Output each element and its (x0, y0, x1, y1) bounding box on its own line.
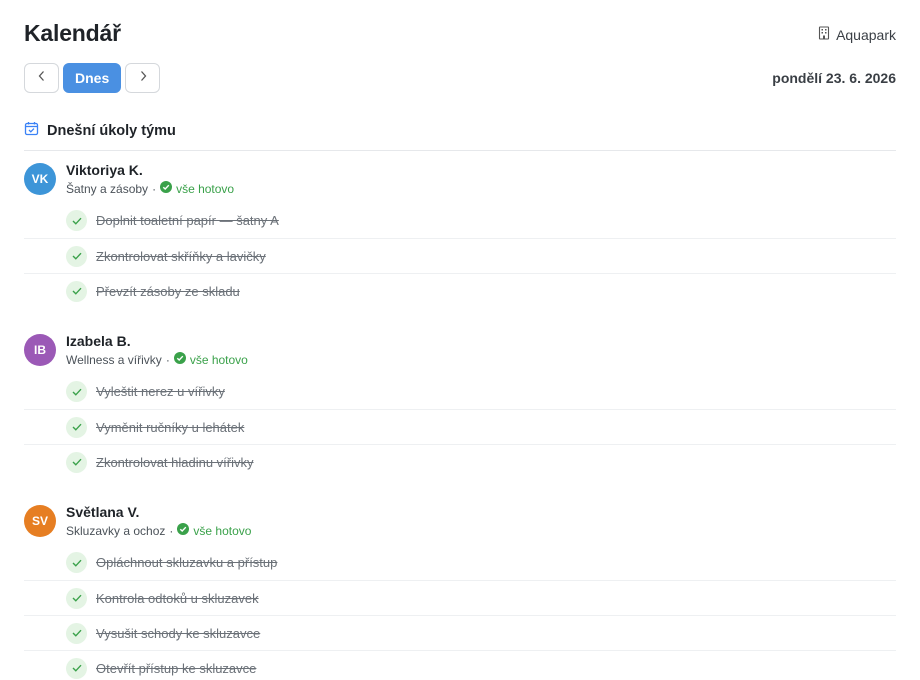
task-label: Kontrola odtoků u skluzavek (96, 590, 259, 606)
next-day-button[interactable] (125, 63, 161, 93)
page-title: Kalendář (24, 20, 121, 46)
status-badge: vše hotovo (177, 523, 251, 538)
task-item[interactable]: Doplnit toaletní papír — šatny A (24, 203, 896, 238)
task-label: Vysušit schody ke skluzavce (96, 625, 261, 641)
task-list: Opláchnout skluzavku a přístup Kontrola o… (24, 545, 896, 680)
member-header: VK Viktoriya K. Šatny a zásoby · vše hotovo (24, 162, 896, 203)
team-tasks-section: Dnešní úkoly týmu VK Viktoriya K. Šatny a … (24, 120, 896, 680)
member-name: Viktoriya K. (66, 162, 143, 178)
status-label: vše hotovo (189, 352, 248, 367)
today-button[interactable]: Dnes (63, 63, 122, 93)
avatar: SV (24, 505, 56, 537)
member-info: Izabela B. Wellness a vířivky · vše hotovo (66, 333, 248, 367)
task-label: Zkontrolovat skříňky a lavičky (96, 248, 266, 264)
date-navigation: Dnes (24, 63, 161, 93)
task-item[interactable]: Zkontrolovat skříňky a lavičky (24, 238, 896, 273)
task-label: Vyleštit nerez u vířivky (96, 384, 225, 399)
member-meta: Wellness a vířivky · vše hotovo (66, 352, 248, 367)
task-list: Doplnit toaletní papír — šatny A Zkontrol… (24, 203, 896, 308)
team-member: VK Viktoriya K. Šatny a zásoby · vše hotovo D… (24, 162, 896, 308)
status-label: vše hotovo (193, 523, 252, 538)
member-info: Viktoriya K. Šatny a zásoby · vše hotovo (66, 162, 234, 196)
member-meta: Šatny a zásoby · vše hotovo (66, 181, 234, 196)
member-name: Světlana V. (66, 504, 140, 520)
check-icon[interactable] (66, 280, 87, 302)
check-icon[interactable] (66, 416, 87, 438)
member-name: Izabela B. (66, 333, 131, 349)
member-header: IB Izabela B. Wellness a vířivky · vše hotov… (24, 333, 896, 374)
section-header: Dnešní úkoly týmu (24, 120, 896, 141)
task-item[interactable]: Otevřít přístup ke skluzavce (24, 650, 896, 680)
member-area: Wellness a vířivky (66, 352, 162, 367)
section-divider (24, 150, 896, 151)
member-info: Světlana V. Skluzavky a ochoz · vše hotovo (66, 504, 251, 538)
task-item[interactable]: Vyleštit nerez u vířivky (24, 374, 896, 409)
member-area: Skluzavky a ochoz (66, 523, 166, 538)
check-circle-icon (160, 181, 173, 196)
status-badge: vše hotovo (160, 181, 234, 196)
check-icon[interactable] (66, 451, 87, 473)
prev-day-button[interactable] (24, 63, 59, 93)
meta-separator: · (165, 352, 170, 367)
chevron-left-icon (37, 69, 47, 87)
avatar: IB (24, 334, 56, 366)
location-selector[interactable]: Aquapark (818, 26, 896, 43)
check-circle-icon (177, 523, 190, 538)
check-icon[interactable] (66, 587, 87, 609)
building-icon (818, 26, 830, 43)
task-item[interactable]: Zkontrolovat hladinu vířivky (24, 444, 896, 479)
current-date: pondělí 23. 6. 2026 (772, 70, 896, 86)
location-label: Aquapark (836, 26, 896, 43)
check-icon[interactable] (66, 210, 87, 231)
meta-separator: · (169, 523, 174, 538)
task-item[interactable]: Převzít zásoby ze skladu (24, 273, 896, 308)
meta-separator: · (152, 181, 157, 196)
task-item[interactable]: Vyměnit ručníky u lehátek (24, 409, 896, 444)
task-label: Opláchnout skluzavku a přístup (96, 555, 278, 570)
task-label: Doplnit toaletní papír — šatny A (96, 213, 279, 228)
member-header: SV Světlana V. Skluzavky a ochoz · vše hotov… (24, 504, 896, 545)
task-item[interactable]: Kontrola odtoků u skluzavek (24, 580, 896, 615)
team-member: SV Světlana V. Skluzavky a ochoz · vše hotov… (24, 504, 896, 680)
task-item[interactable]: Vysušit schody ke skluzavce (24, 615, 896, 650)
task-item[interactable]: Opláchnout skluzavku a přístup (24, 545, 896, 580)
team-member: IB Izabela B. Wellness a vířivky · vše hotov… (24, 333, 896, 479)
task-label: Zkontrolovat hladinu vířivky (96, 454, 254, 470)
check-icon[interactable] (66, 552, 87, 573)
task-label: Otevřít přístup ke skluzavce (96, 660, 257, 676)
check-icon[interactable] (66, 622, 87, 644)
check-circle-icon (173, 352, 186, 367)
task-label: Vyměnit ručníky u lehátek (96, 419, 245, 435)
calendar-check-icon (24, 121, 39, 141)
check-icon[interactable] (66, 381, 87, 402)
status-label: vše hotovo (176, 181, 235, 196)
people-list: VK Viktoriya K. Šatny a zásoby · vše hotovo D… (24, 162, 896, 680)
check-icon[interactable] (66, 245, 87, 267)
avatar: VK (24, 163, 56, 195)
chevron-right-icon (138, 69, 148, 87)
status-badge: vše hotovo (173, 352, 248, 367)
task-label: Převzít zásoby ze skladu (96, 283, 240, 299)
member-meta: Skluzavky a ochoz · vše hotovo (66, 523, 251, 538)
check-icon[interactable] (66, 657, 87, 679)
page-header: Kalendář Aquapark (24, 18, 896, 50)
section-title: Dnešní úkoly týmu (47, 122, 176, 139)
member-area: Šatny a zásoby (66, 181, 149, 196)
task-list: Vyleštit nerez u vířivky Vyměnit ručníky … (24, 374, 896, 479)
